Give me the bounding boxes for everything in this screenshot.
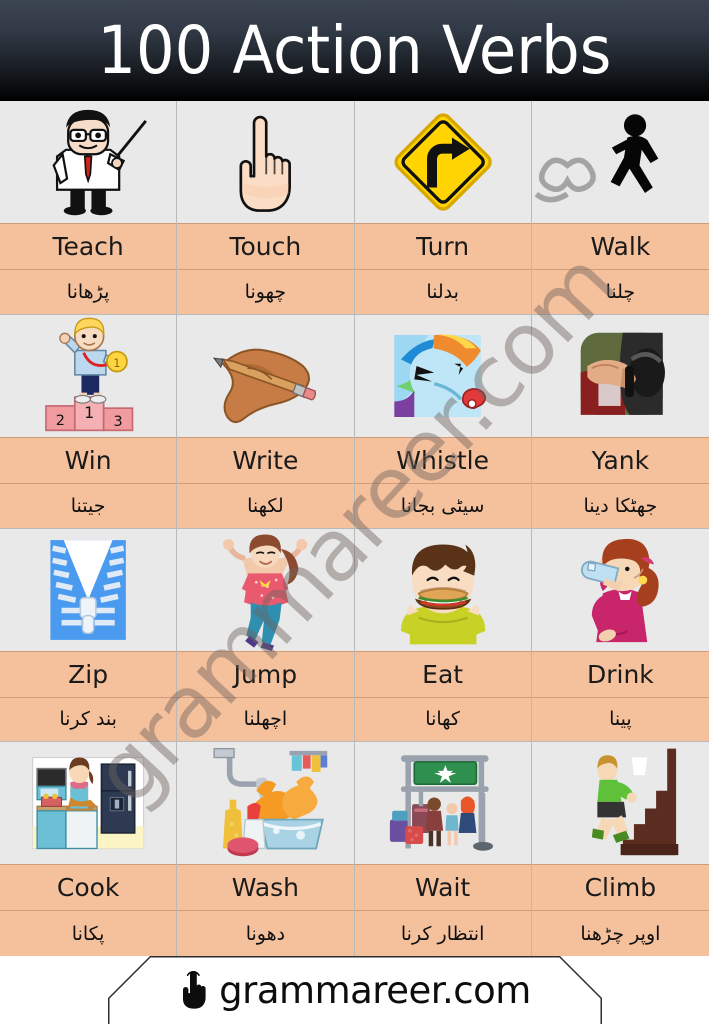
woman-drinking-water-illustration bbox=[531, 528, 709, 651]
verb-cell: Whistle سیٹی بجانا bbox=[354, 314, 532, 529]
pony-blowing-whistle-illustration bbox=[354, 314, 531, 437]
verb-urdu-label: کھانا bbox=[354, 696, 531, 742]
verb-cell: Jump اچھلنا bbox=[177, 528, 355, 743]
svg-text:3: 3 bbox=[113, 414, 122, 430]
verb-english-label: Win bbox=[0, 436, 177, 483]
verb-urdu-label: پڑھانا bbox=[0, 269, 177, 314]
verb-urdu-label: بند کرنا bbox=[0, 696, 177, 742]
svg-text:1: 1 bbox=[84, 404, 94, 422]
boy-climbing-stairs-illustration bbox=[531, 742, 709, 865]
verb-cell: Wait انتظار کرنا bbox=[354, 742, 532, 956]
boy-on-podium-with-medal-illustration: 2 1 3 1 bbox=[0, 314, 177, 437]
verb-cell: Turn بدلنا bbox=[354, 101, 532, 315]
verb-urdu-label: چلنا bbox=[531, 269, 709, 314]
open-zipper-illustration bbox=[0, 528, 177, 651]
verb-urdu-label: اچھلنا bbox=[177, 696, 354, 742]
verb-english-label: Climb bbox=[531, 864, 709, 911]
verbs-grid: Teach پڑھانا Touch چھونا Turn بدلنا Walk چلن… bbox=[0, 101, 709, 956]
svg-text:2: 2 bbox=[56, 413, 65, 429]
verb-cell: Eat کھانا bbox=[354, 528, 532, 743]
pointing-hand-illustration bbox=[177, 101, 354, 223]
verb-urdu-label: پینا bbox=[531, 696, 709, 742]
verb-cell: Walk چلنا bbox=[531, 101, 709, 315]
page-footer: grammareer.com bbox=[0, 956, 709, 1024]
verb-english-label: Eat bbox=[354, 650, 531, 697]
girl-jumping-illustration bbox=[177, 528, 354, 651]
verb-cell: Yank جھٹکا دینا bbox=[531, 314, 709, 529]
hand-holding-pencil-illustration bbox=[177, 314, 354, 437]
verb-urdu-label: جھٹکا دینا bbox=[531, 482, 709, 528]
verb-english-label: Teach bbox=[0, 223, 177, 269]
verb-urdu-label: اوپر چڑھنا bbox=[531, 910, 709, 956]
verb-cell: Teach پڑھانا bbox=[0, 101, 178, 315]
verb-english-label: Touch bbox=[177, 223, 354, 269]
verb-urdu-label: سیٹی بجانا bbox=[354, 482, 531, 528]
verb-english-label: Zip bbox=[0, 650, 177, 697]
verb-english-label: Walk bbox=[531, 223, 709, 269]
verb-urdu-label: بدلنا bbox=[354, 269, 531, 314]
verb-cell: Wash دھونا bbox=[177, 742, 355, 956]
footer-banner: grammareer.com bbox=[108, 956, 602, 1024]
footer-site-label: grammareer.com bbox=[219, 968, 531, 1012]
verb-english-label: Write bbox=[177, 436, 354, 483]
boy-eating-burger-illustration bbox=[354, 528, 531, 651]
verb-cell: Write لکھنا bbox=[177, 314, 355, 529]
verb-english-label: Wash bbox=[177, 864, 354, 911]
verb-cell: 2 1 3 1 Win جیتنا bbox=[0, 314, 178, 529]
verb-english-label: Jump bbox=[177, 650, 354, 697]
verb-english-label: Whistle bbox=[354, 436, 531, 483]
verb-english-label: Turn bbox=[354, 223, 531, 269]
verb-urdu-label: جیتنا bbox=[0, 482, 177, 528]
verb-cell: Zip بند کرنا bbox=[0, 528, 178, 743]
pointing-hand-cursor-icon bbox=[183, 971, 206, 1009]
page-title: 100 Action Verbs bbox=[97, 11, 612, 89]
kitchen-cooking-illustration bbox=[0, 742, 177, 865]
verb-english-label: Drink bbox=[531, 650, 709, 697]
verb-english-label: Cook bbox=[0, 864, 177, 911]
verb-urdu-label: دھونا bbox=[177, 910, 354, 956]
turn-right-road-sign-illustration bbox=[354, 101, 531, 223]
people-waiting-at-airport-illustration bbox=[354, 742, 531, 865]
hand-pulling-cord-photo bbox=[531, 314, 709, 437]
verb-urdu-label: انتظار کرنا bbox=[354, 910, 531, 956]
verb-english-label: Wait bbox=[354, 864, 531, 911]
verb-cell: Climb اوپر چڑھنا bbox=[531, 742, 709, 956]
svg-text:1: 1 bbox=[113, 357, 120, 370]
page-header: 100 Action Verbs bbox=[0, 0, 709, 101]
verb-urdu-label: لکھنا bbox=[177, 482, 354, 528]
gloves-washing-in-basin-illustration bbox=[177, 742, 354, 865]
verb-cell: Touch چھونا bbox=[177, 101, 355, 315]
verb-urdu-label: چھونا bbox=[177, 269, 354, 314]
walking-pedestrian-illustration bbox=[531, 101, 709, 223]
verb-urdu-label: پکانا bbox=[0, 910, 177, 956]
teacher-pointing-illustration bbox=[0, 101, 177, 223]
verb-cell: Drink پینا bbox=[531, 528, 709, 743]
verb-english-label: Yank bbox=[531, 436, 709, 483]
verb-cell: Cook پکانا bbox=[0, 742, 178, 956]
